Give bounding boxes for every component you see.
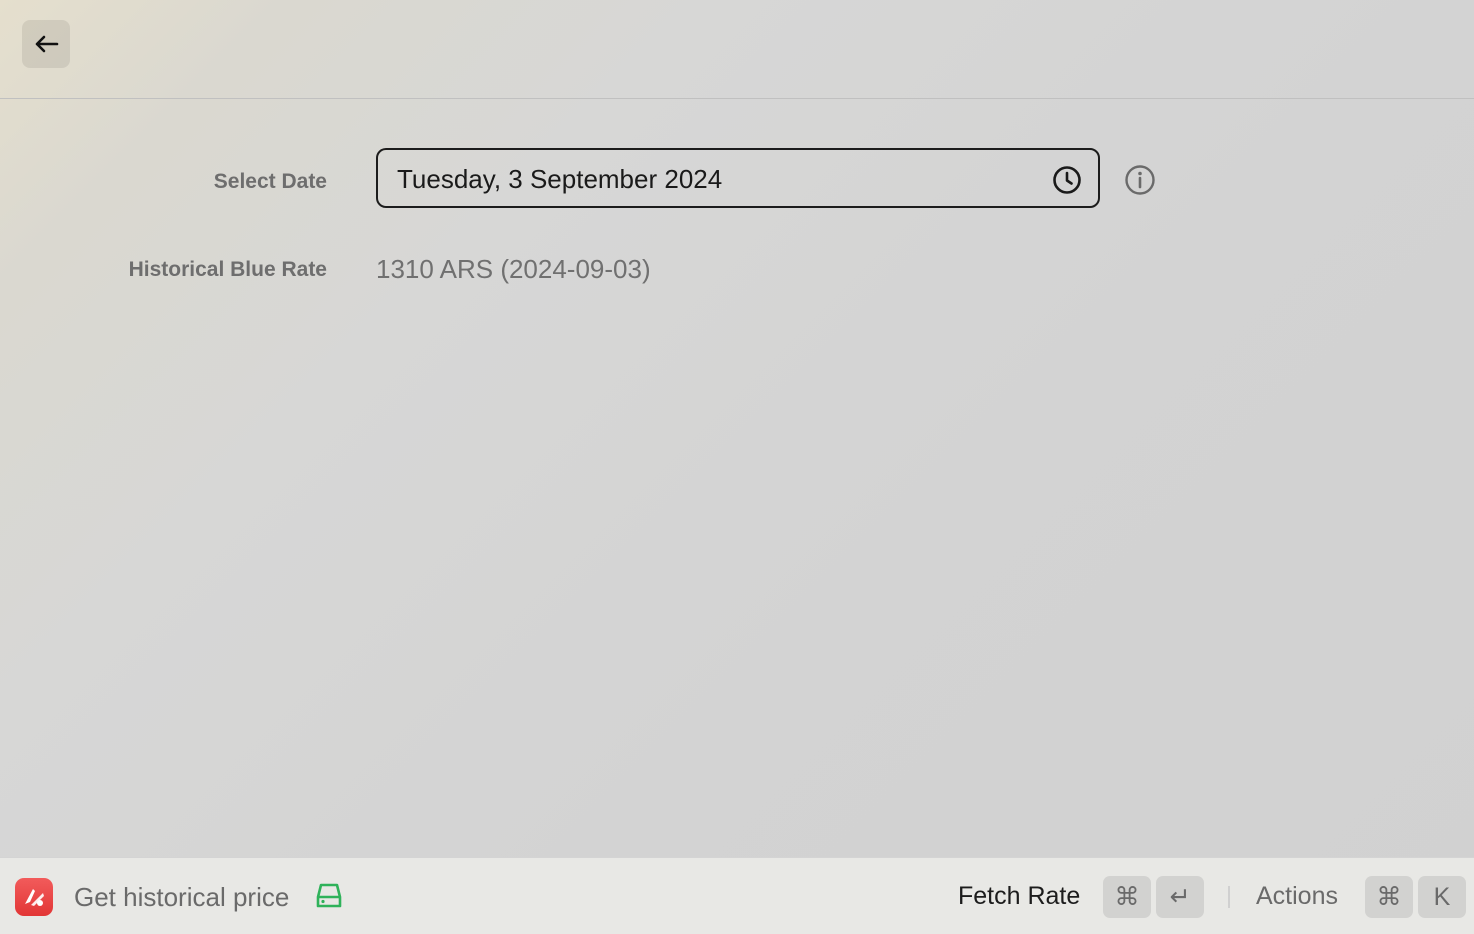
command-key-icon: ⌘ [1365,876,1413,918]
return-key-icon: ↵ [1156,876,1204,918]
date-value: Tuesday, 3 September 2024 [397,164,723,194]
actions-button[interactable]: Actions [1256,882,1338,911]
extension-icon [15,878,53,916]
hard-drive-icon [316,883,342,908]
separator [1228,886,1230,908]
clock-icon[interactable] [1052,165,1082,195]
date-picker-field[interactable]: Tuesday, 3 September 2024 [376,148,1100,208]
action-bar: Get historical price Fetch Rate ⌘ ↵ Acti… [0,857,1474,934]
arrow-left-icon [35,35,59,53]
historical-rate-value: 1310 ARS (2024-09-03) [376,254,651,284]
k-key: K [1418,876,1466,918]
command-title: Get historical price [74,882,290,912]
info-icon[interactable] [1124,164,1156,196]
command-key-icon: ⌘ [1103,876,1151,918]
top-bar [0,0,1474,99]
fetch-rate-button[interactable]: Fetch Rate [958,882,1080,911]
select-date-label: Select Date [213,170,327,193]
back-button[interactable] [22,20,70,68]
historical-rate-label: Historical Blue Rate [128,258,327,281]
